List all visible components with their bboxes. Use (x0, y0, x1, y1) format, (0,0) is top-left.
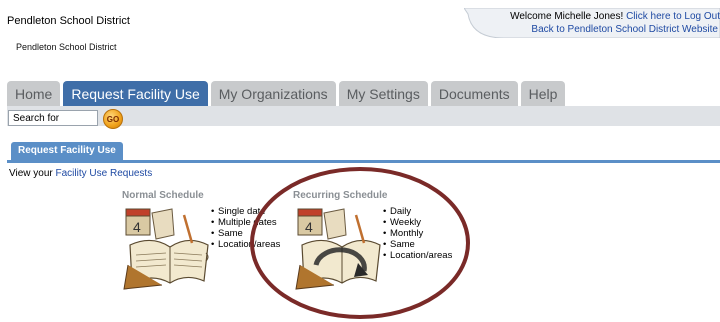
tab-request-facility-use[interactable]: Request Facility Use (63, 81, 208, 107)
tab-my-organizations[interactable]: My Organizations (210, 81, 336, 107)
tab-my-settings[interactable]: My Settings (338, 81, 428, 107)
district-title: Pendleton School District (7, 15, 130, 27)
tab-documents[interactable]: Documents (430, 81, 518, 107)
welcome-line: Welcome Michelle Jones! Click here to Lo… (510, 11, 720, 22)
subtab-request-facility-use[interactable]: Request Facility Use (11, 142, 123, 160)
district-subtitle: Pendleton School District (16, 42, 117, 52)
go-button[interactable]: GO (103, 109, 123, 129)
tab-help[interactable]: Help (520, 81, 566, 107)
logout-link[interactable]: Click here to Log Out (626, 11, 720, 22)
welcome-text: Welcome Michelle Jones! (510, 11, 624, 22)
tab-home[interactable]: Home (7, 81, 61, 107)
back-to-website-link[interactable]: Back to Pendleton School District Websit… (531, 24, 718, 35)
calendar-book-icon[interactable]: 4 (122, 205, 212, 290)
user-panel: Welcome Michelle Jones! Click here to Lo… (464, 8, 720, 38)
facility-use-requests-link[interactable]: Facility Use Requests (56, 168, 153, 179)
svg-text:4: 4 (133, 219, 141, 235)
highlight-circle (250, 167, 470, 319)
view-prefix: View your (9, 168, 53, 179)
view-requests-line: View your Facility Use Requests (9, 168, 152, 179)
normal-schedule-title[interactable]: Normal Schedule (122, 190, 204, 201)
search-input[interactable] (8, 110, 98, 126)
main-tabs: Home Request Facility Use My Organizatio… (7, 81, 566, 107)
